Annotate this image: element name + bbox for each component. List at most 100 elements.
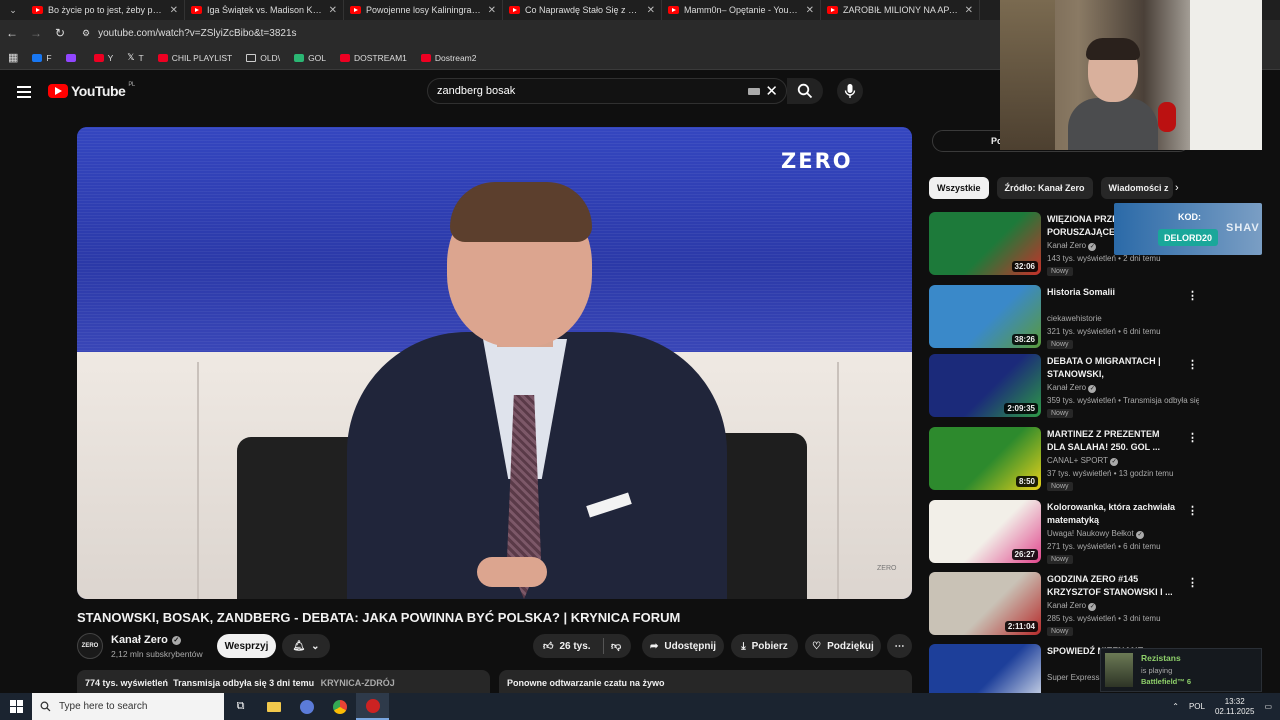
download-button[interactable]: ⤓ Pobierz: [731, 634, 798, 658]
promo-code: DELORD20: [1158, 229, 1218, 246]
menu-icon[interactable]: [17, 86, 31, 98]
youtube-logo[interactable]: YouTube PL: [48, 82, 135, 99]
recommendation-channel[interactable]: Super Express: [1047, 673, 1099, 682]
description-box[interactable]: 774 tys. wyświetleń Transmisja odbyła si…: [77, 670, 490, 694]
back-icon[interactable]: ←: [0, 26, 24, 40]
voice-search-button[interactable]: [837, 78, 863, 104]
close-tab-icon[interactable]: ✕: [170, 5, 178, 16]
recommendation-item[interactable]: 2:09:35 DEBATA O MIGRANTACH | STANOWSKI, …: [929, 354, 1199, 420]
video-thumbnail[interactable]: 26:27: [929, 500, 1041, 563]
more-vertical-icon[interactable]: ⋮: [1187, 358, 1198, 371]
location-tag[interactable]: KRYNICA-ZDRÓJ: [321, 678, 395, 688]
video-thumbnail[interactable]: 32:06: [929, 212, 1041, 275]
apps-grid-icon[interactable]: ▦: [8, 51, 18, 64]
browser-tab[interactable]: Mamm0n– Opętanie - YouTube ✕: [662, 0, 821, 20]
close-tab-icon[interactable]: ✕: [488, 5, 496, 16]
bookmark-item[interactable]: 𝕏T: [127, 52, 143, 63]
browser-tab[interactable]: ZAROBIŁ MILIONY NA APARTA ✕: [821, 0, 980, 20]
notifications-button[interactable]: 🔔︎ ⌄: [282, 634, 330, 658]
youtube-icon: [340, 53, 351, 62]
support-button[interactable]: Wesprzyj: [217, 634, 276, 658]
recommendation-channel[interactable]: Kanał Zero ✓: [1047, 241, 1097, 251]
recommendation-item[interactable]: 8:50 MARTINEZ Z PREZENTEM DLA SALAHA! 250…: [929, 427, 1199, 493]
recommendation-title[interactable]: DEBATA O MIGRANTACH | STANOWSKI, ZAJĄCZK…: [1047, 355, 1177, 381]
bookmark-item[interactable]: DOSTREAM1: [340, 53, 407, 63]
recommendation-item[interactable]: 38:26 Historia Somalii ciekawehistorie 321 …: [929, 285, 1199, 351]
video-thumbnail[interactable]: 2:11:04: [929, 572, 1041, 635]
forward-icon[interactable]: →: [24, 26, 48, 40]
close-tab-icon[interactable]: ✕: [965, 5, 973, 16]
video-thumbnail[interactable]: 8:50: [929, 427, 1041, 490]
reload-icon[interactable]: ↻: [48, 26, 72, 40]
video-duration: 26:27: [1011, 549, 1038, 560]
start-button[interactable]: [0, 693, 32, 720]
bookmark-item[interactable]: F: [32, 53, 52, 63]
channel-watermark: ZERO: [781, 149, 853, 173]
app-icon[interactable]: [290, 693, 323, 720]
active-app-icon[interactable]: [356, 693, 389, 720]
file-explorer-icon[interactable]: [257, 693, 290, 720]
bookmark-item[interactable]: Dostream2: [420, 53, 477, 63]
bookmark-item[interactable]: Y: [93, 53, 113, 63]
bookmark-item[interactable]: CHIL PLAYLIST: [157, 53, 232, 63]
recommendation-title[interactable]: MARTINEZ Z PREZENTEM DLA SALAHA! 250. GO…: [1047, 428, 1177, 454]
close-tab-icon[interactable]: ✕: [806, 5, 814, 16]
more-vertical-icon[interactable]: ⋮: [1187, 289, 1198, 302]
thanks-button[interactable]: ♡ Podziękuj: [805, 634, 881, 658]
tab-title: Iga Świątek vs. Madison Keys | Fina: [207, 5, 324, 15]
bookmark-folder[interactable]: OLD\: [246, 53, 280, 63]
channel-avatar[interactable]: ZERO: [77, 633, 103, 659]
chat-replay-button[interactable]: Ponowne odtwarzanie czatu na żywo: [499, 670, 912, 694]
url-field[interactable]: ⚙ youtube.com/watch?v=ZSlyiZcBibo&t=3821…: [82, 28, 297, 39]
browser-tab[interactable]: Powojenne losy Kaliningradu. Pol ✕: [344, 0, 503, 20]
tray-chevron-up-icon[interactable]: ⌃: [1172, 702, 1179, 711]
chevron-right-icon[interactable]: ›: [1175, 182, 1179, 194]
like-button[interactable]: 👍︎ 26 tys. 👎︎: [533, 634, 631, 658]
search-input[interactable]: zandberg bosak ✕: [427, 78, 787, 104]
recommendation-channel[interactable]: ciekawehistorie: [1047, 314, 1102, 323]
task-view-icon[interactable]: ⧉: [224, 693, 257, 720]
thumbs-down-icon[interactable]: 👎︎: [611, 640, 621, 652]
language-indicator[interactable]: POL: [1189, 702, 1205, 711]
close-tab-icon[interactable]: ✕: [329, 5, 337, 16]
bookmark-item[interactable]: GOL: [294, 53, 326, 63]
recommendation-channel[interactable]: Kanał Zero ✓: [1047, 383, 1097, 393]
site-info-icon[interactable]: ⚙: [82, 28, 90, 39]
chip-all[interactable]: Wszystkie: [929, 177, 989, 199]
tab-search-chevron-icon[interactable]: ⌄: [0, 0, 26, 20]
video-thumbnail[interactable]: 38:26: [929, 285, 1041, 348]
recommendation-title[interactable]: GODZINA ZERO #145 KRZYSZTOF STANOWSKI I …: [1047, 573, 1177, 599]
share-button[interactable]: ➦ Udostępnij: [642, 634, 724, 658]
chip-news[interactable]: Wiadomości z: [1100, 177, 1173, 199]
channel-name[interactable]: Kanał Zero ✓: [111, 634, 181, 646]
clock[interactable]: 13:32 02.11.2025: [1215, 697, 1254, 717]
tab-title: ZAROBIŁ MILIONY NA APARTA: [843, 5, 960, 15]
more-vertical-icon[interactable]: ⋮: [1187, 431, 1198, 444]
recommendation-channel[interactable]: Kanał Zero ✓: [1047, 601, 1097, 611]
chip-source-channel[interactable]: Źródło: Kanał Zero: [996, 177, 1093, 199]
recommendation-channel[interactable]: Uwaga! Naukowy Bełkot ✓: [1047, 529, 1144, 539]
video-player[interactable]: ZERO ZERO: [77, 127, 912, 599]
recommendation-title[interactable]: Kolorowanka, która zachwiała matematyką: [1047, 501, 1177, 527]
more-vertical-icon[interactable]: ⋮: [1187, 504, 1198, 517]
keyboard-icon[interactable]: [748, 88, 760, 95]
more-vertical-icon[interactable]: ⋮: [1187, 576, 1198, 589]
recommendation-item[interactable]: 2:11:04 GODZINA ZERO #145 KRZYSZTOF STANO…: [929, 572, 1199, 638]
taskbar-search-input[interactable]: Type here to search: [32, 693, 224, 720]
browser-tab[interactable]: Co Naprawdę Stało Się z Madel ✕: [503, 0, 662, 20]
youtube-play-icon: [48, 84, 68, 98]
close-tab-icon[interactable]: ✕: [647, 5, 655, 16]
recommendation-title[interactable]: Historia Somalii: [1047, 286, 1177, 299]
clear-search-icon[interactable]: ✕: [765, 82, 778, 100]
browser-tab[interactable]: Bo życie po to jest, żeby pożyczać ✕: [26, 0, 185, 20]
search-button[interactable]: [787, 78, 823, 104]
browser-tab[interactable]: Iga Świątek vs. Madison Keys | Fina ✕: [185, 0, 344, 20]
notification-icon[interactable]: ▭: [1264, 702, 1272, 711]
more-actions-button[interactable]: ⋯: [887, 634, 912, 658]
video-thumbnail[interactable]: 2:09:35: [929, 354, 1041, 417]
recommendation-item[interactable]: 26:27 Kolorowanka, która zachwiała matema…: [929, 500, 1199, 566]
recommendation-channel[interactable]: CANAL+ SPORT ✓: [1047, 456, 1119, 466]
search-icon: [797, 83, 813, 99]
chrome-icon[interactable]: [323, 693, 356, 720]
bookmark-item[interactable]: [65, 53, 80, 62]
